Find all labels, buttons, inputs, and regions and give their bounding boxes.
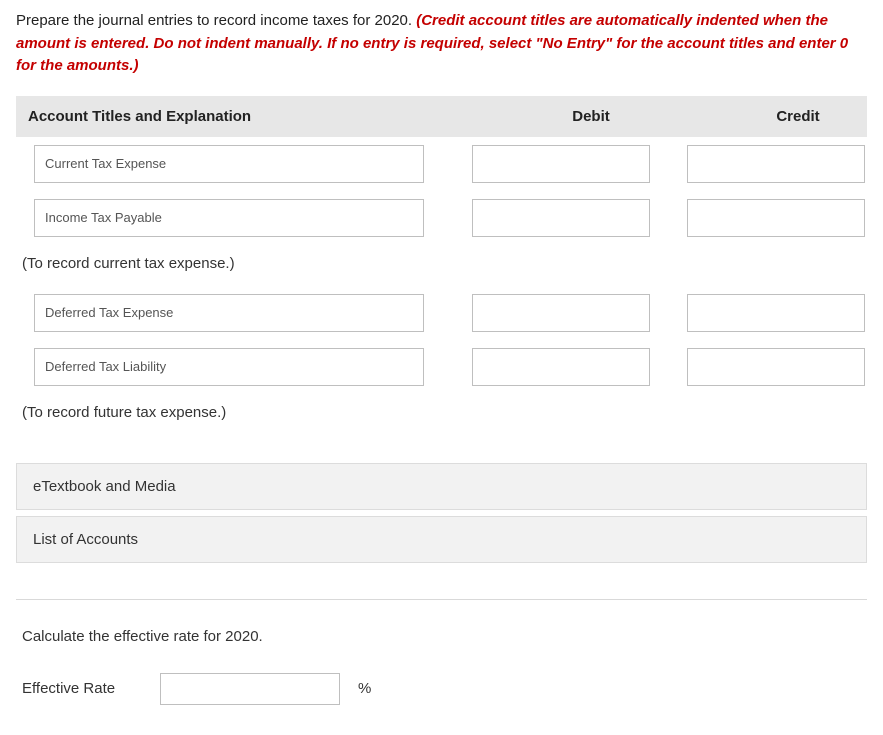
debit-input[interactable] [472,145,650,183]
entry-explanation: (To record future tax expense.) [16,394,867,435]
debit-input[interactable] [472,294,650,332]
question-instruction: Prepare the journal entries to record in… [16,10,867,78]
account-title-input[interactable] [34,294,424,332]
header-debit: Debit [476,108,706,125]
instruction-text: Prepare the journal entries to record in… [16,12,416,29]
table-row [16,340,867,394]
table-row [16,286,867,340]
etextbook-and-media-button[interactable]: eTextbook and Media [16,463,867,510]
effective-rate-label: Effective Rate [22,680,142,697]
percent-symbol: % [358,680,371,697]
credit-input[interactable] [687,199,865,237]
journal-entry-table: Account Titles and Explanation Debit Cre… [16,96,867,435]
table-row [16,191,867,245]
header-credit: Credit [706,108,883,125]
debit-input[interactable] [472,199,650,237]
accordion-group: eTextbook and Media List of Accounts [16,463,867,563]
calc-prompt: Calculate the effective rate for 2020. [22,628,867,645]
account-title-input[interactable] [34,199,424,237]
section-divider [16,599,867,600]
credit-input[interactable] [687,294,865,332]
list-of-accounts-button[interactable]: List of Accounts [16,516,867,563]
debit-input[interactable] [472,348,650,386]
header-account: Account Titles and Explanation [16,108,476,125]
credit-input[interactable] [687,145,865,183]
entry-explanation: (To record current tax expense.) [16,245,867,286]
table-row [16,137,867,191]
account-title-input[interactable] [34,145,424,183]
account-title-input[interactable] [34,348,424,386]
effective-rate-section: Calculate the effective rate for 2020. E… [16,628,867,705]
credit-input[interactable] [687,348,865,386]
effective-rate-row: Effective Rate % [22,673,867,705]
table-header-row: Account Titles and Explanation Debit Cre… [16,96,867,137]
effective-rate-input[interactable] [160,673,340,705]
